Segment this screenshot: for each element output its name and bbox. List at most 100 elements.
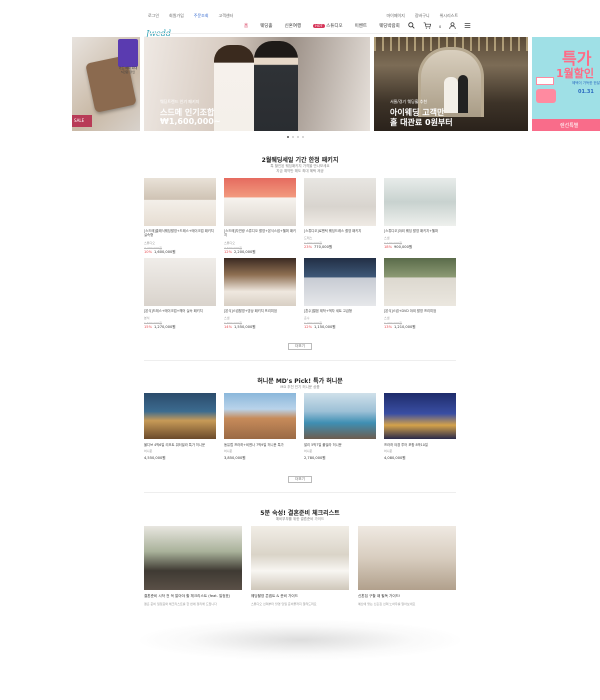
- product-category: 스튜디오: [144, 240, 156, 245]
- product-price-row: 13% 1,210,000원: [384, 325, 456, 330]
- checklist-title[interactable]: 웨딩촬영 콘셉트 & 준비 가이드: [251, 594, 349, 599]
- product-card[interactable]: [스튜디오]야외 웨딩 촬영 패키지+헬퍼 스냅 1,100,000원 18% 900,…: [384, 178, 456, 250]
- product-thumbnail[interactable]: [144, 258, 216, 306]
- banner-next-date: 01.31: [578, 89, 594, 95]
- honeymoon-price: 4,550,000원: [144, 456, 166, 461]
- product-card[interactable]: [스튜디오]로맨틱 웨딩드레스 촬영 패키지 드레스 1,000,000원 23% 77…: [304, 178, 376, 250]
- nav-item-fair[interactable]: 웨딩박람회: [379, 23, 400, 29]
- util-link-mypage[interactable]: 마이페이지: [386, 13, 404, 19]
- nav-item-hall[interactable]: 웨딩홀: [260, 23, 272, 29]
- util-link-order[interactable]: 주문조회: [194, 13, 209, 19]
- product-thumbnail[interactable]: [144, 178, 216, 226]
- checklist-title[interactable]: 신혼집 구할 때 필독 가이드!: [358, 594, 456, 599]
- product-price: 1,270,000원: [154, 325, 176, 330]
- banner-dot[interactable]: [297, 136, 299, 138]
- product-card[interactable]: [스드메]클래식웨딩촬영+드레스+메이크업 패키지 실속형 스튜디오 2,200,0…: [144, 178, 216, 255]
- honeymoon-card[interactable]: 발리 5박7일 풀빌라 허니문 허니문 2,780,000원: [304, 393, 376, 461]
- product-name[interactable]: [스튜디오]야외 웨딩 촬영 패키지+헬퍼: [384, 229, 456, 233]
- product-name[interactable]: [본식]스냅+DVD 야외 촬영 프리미엄: [384, 309, 456, 313]
- product-price: 1,600,000원: [154, 249, 176, 254]
- util-link-cs[interactable]: 고객센터: [219, 13, 234, 19]
- util-link-login[interactable]: 로그인: [148, 13, 159, 19]
- honeymoon-thumbnail[interactable]: [384, 393, 456, 439]
- honeymoon-thumbnail[interactable]: [224, 393, 296, 439]
- product-thumbnail[interactable]: [224, 178, 296, 226]
- checklist-thumbnail[interactable]: [251, 526, 349, 590]
- user-icon[interactable]: [449, 22, 456, 31]
- honeymoon-card[interactable]: 프라하 야경 투어 포함 8박10일 허니문 4,080,000원: [384, 393, 456, 461]
- honeymoon-category: 허니문: [144, 449, 153, 454]
- product-name[interactable]: [본식]스냅촬영+영상 패키지 프리미엄: [224, 309, 296, 313]
- util-link-cart[interactable]: 장바구니: [415, 13, 430, 19]
- section1-sub2: 지금 예약만 해도 최대 혜택 제공: [276, 169, 324, 173]
- product-discount: 13%: [384, 325, 392, 330]
- banner-dot[interactable]: [292, 136, 294, 138]
- section1-more-button[interactable]: 더보기: [288, 343, 312, 350]
- banner-dot[interactable]: [287, 136, 289, 138]
- checklist-thumbnail[interactable]: [358, 526, 456, 590]
- menu-icon[interactable]: [464, 22, 471, 31]
- banner-pagination: [287, 136, 304, 138]
- honeymoon-card[interactable]: 동유럽 프라하+비엔나 7박9일 허니문 특가 허니문 3,850,000원: [224, 393, 296, 461]
- honeymoon-thumbnail[interactable]: [144, 393, 216, 439]
- product-discount: 18%: [384, 245, 392, 250]
- banner-slide-next[interactable]: 특가 1월할인 혜택이 가득한 한달 01.31 렌선특별: [532, 37, 600, 131]
- header-divider: [148, 33, 458, 34]
- product-card[interactable]: [본식]드레스+메이크업+헤어 실속 패키지 본식 1,500,000원 15% 1,2…: [144, 258, 216, 330]
- product-card[interactable]: [혼수]앨범 제작+액자 세트 고급형 혼수 1,300,000원 12% 1,150,…: [304, 258, 376, 330]
- nav-item-event[interactable]: 이벤트: [355, 23, 367, 29]
- product-price: 1,550,000원: [234, 325, 256, 330]
- nav-item-honeymoon[interactable]: 신혼여행: [285, 23, 302, 29]
- product-name[interactable]: [스튜디오]로맨틱 웨딩드레스 촬영 패키지: [304, 229, 376, 233]
- checklist-card[interactable]: 결혼준비 시작 전 꼭 알아야 할 체크리스트 (feat. 일정표) 결혼 준비…: [144, 526, 242, 606]
- product-name[interactable]: [혼수]앨범 제작+액자 세트 고급형: [304, 309, 376, 313]
- util-link-join[interactable]: 회원가입: [169, 13, 184, 19]
- checklist-card[interactable]: 신혼집 구할 때 필독 가이드! 예산에 맞는 신혼집 선택 노하우를 알아보세요: [358, 526, 456, 606]
- product-name[interactable]: [본식]드레스+메이크업+헤어 실속 패키지: [144, 309, 216, 313]
- product-thumbnail[interactable]: [384, 178, 456, 226]
- checklist-thumbnail[interactable]: [144, 526, 242, 590]
- site-logo[interactable]: Jwedd: [146, 21, 171, 38]
- banner-next-tag: [536, 89, 556, 103]
- banner-1-price: ₩1,600,000~: [160, 117, 221, 126]
- checklist-title[interactable]: 결혼준비 시작 전 꼭 알아야 할 체크리스트 (feat. 일정표): [144, 594, 242, 599]
- honeymoon-card[interactable]: 몰디브 4박6일 리조트 워터빌라 특가 허니문허니문 4,550,000원: [144, 393, 216, 461]
- product-price: 1,210,000원: [394, 325, 416, 330]
- banner-phone-text: 카드 혜택 최대 5만원 할인: [118, 66, 138, 74]
- section2-title: 허니문 MD's Pick! 특가 허니문: [257, 378, 343, 385]
- product-thumbnail[interactable]: [224, 258, 296, 306]
- util-link-wishlist[interactable]: 위시리스트: [440, 13, 458, 19]
- utility-right-links: 마이페이지 장바구니 위시리스트: [386, 13, 458, 19]
- banner-slide-1[interactable]: 웨딩트렌드 인기 패키지 스드메 인기조합 ₩1,600,000~: [144, 37, 370, 131]
- banner-slide-prev[interactable]: 카드 혜택 최대 5만원 할인 SALE: [72, 37, 140, 131]
- section2-more-button[interactable]: 더보기: [288, 476, 312, 483]
- honeymoon-thumbnail[interactable]: [304, 393, 376, 439]
- product-price-row: 12% 1,150,000원: [304, 325, 376, 330]
- honeymoon-name[interactable]: 프라하 야경 투어 포함 8박10일: [384, 443, 456, 447]
- search-icon[interactable]: [408, 22, 415, 31]
- product-category: 스냅: [384, 236, 390, 241]
- product-card[interactable]: [스드메]자연광 스튜디오 촬영+본식스냅+헬퍼 패키지 스튜디오 2,500,00…: [224, 178, 296, 255]
- product-category: 스튜디오: [224, 240, 236, 245]
- checklist-card[interactable]: 웨딩촬영 콘셉트 & 준비 가이드 스튜디오 선택부터 촬영 당일 준비물까지 알…: [251, 526, 349, 606]
- nav-item-studio[interactable]: HOT 스튜디오: [313, 23, 343, 29]
- banner-slide-2[interactable]: 서울/경기 웨딩홀 추천 아이웨딩 고객만 홀 대관료 0원부터: [374, 37, 528, 131]
- product-thumbnail[interactable]: [304, 178, 376, 226]
- groom-image: [254, 41, 298, 131]
- honeymoon-name[interactable]: 몰디브 4박6일 리조트 워터빌라 특가 허니문: [144, 443, 216, 447]
- product-card[interactable]: [본식]스냅+DVD 야외 촬영 프리미엄 스냅 1,400,000원 13% 1,21…: [384, 258, 456, 330]
- honeymoon-name[interactable]: 발리 5박7일 풀빌라 허니문: [304, 443, 376, 447]
- product-thumbnail[interactable]: [304, 258, 376, 306]
- product-card[interactable]: [본식]스냅촬영+영상 패키지 프리미엄 스냅 1,800,000원 14% 1,550…: [224, 258, 296, 330]
- product-price-row: 15% 1,270,000원: [144, 325, 216, 330]
- honeymoon-name[interactable]: 동유럽 프라하+비엔나 7박9일 허니문 특가: [224, 443, 296, 447]
- product-name[interactable]: [스드메]자연광 스튜디오 촬영+본식스냅+헬퍼 패키지: [224, 229, 296, 238]
- nav-item-home[interactable]: 홈: [244, 23, 248, 29]
- section3-title: 5분 숙성! 결혼준비 체크리스트: [260, 510, 340, 517]
- product-thumbnail[interactable]: [384, 258, 456, 306]
- page-shadow: [140, 620, 460, 660]
- product-name[interactable]: [스드메]클래식웨딩촬영+드레스+메이크업 패키지 실속형: [144, 229, 216, 238]
- banner-dot[interactable]: [302, 136, 304, 138]
- nav-item-studio-label: 스튜디오: [326, 24, 343, 29]
- cart-icon[interactable]: [423, 22, 432, 31]
